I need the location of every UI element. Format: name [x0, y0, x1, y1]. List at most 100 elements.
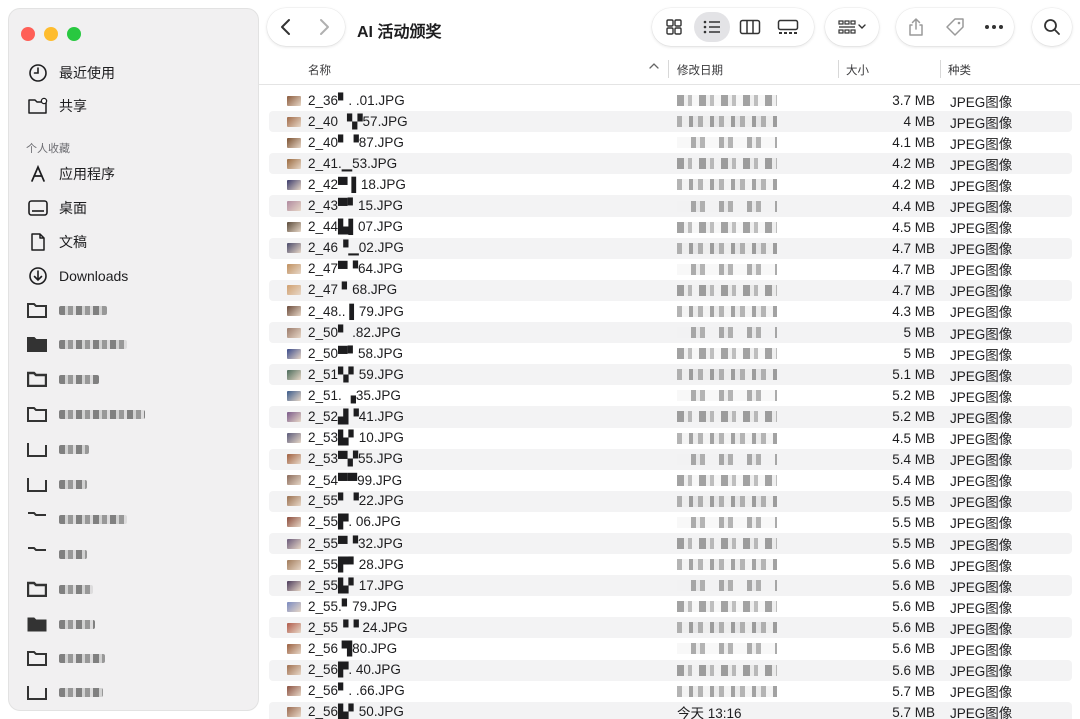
file-row[interactable]: 2_55▀▝32.JPG 5.5 MB JPEG图像 [269, 532, 1072, 555]
file-row[interactable]: 2_53▙▘10.JPG 4.5 MB JPEG图像 [269, 428, 1072, 449]
file-row[interactable]: 2_54▀▀99.JPG 5.4 MB JPEG图像 [269, 470, 1072, 491]
redacted-label [59, 409, 145, 419]
sidebar-item-label: 文稿 [59, 234, 87, 250]
file-row[interactable]: 2_55▛▘28.JPG 5.6 MB JPEG图像 [269, 554, 1072, 575]
file-row[interactable]: 2_56▙▘50.JPG 今天 13:16 5.7 MB JPEG图像 [269, 701, 1072, 719]
column-divider[interactable] [668, 60, 669, 78]
zoom-window-button[interactable] [67, 27, 81, 41]
back-button[interactable] [267, 8, 305, 46]
file-kind: JPEG图像 [950, 221, 1013, 237]
sidebar-item-label: 最近使用 [59, 65, 115, 81]
file-row[interactable]: 2_55.▘79.JPG 5.6 MB JPEG图像 [269, 596, 1072, 617]
sidebar-item-redacted[interactable] [27, 681, 103, 703]
file-kind: JPEG图像 [950, 136, 1013, 152]
file-kind: JPEG图像 [950, 453, 1013, 469]
redacted-date [677, 200, 777, 212]
file-row[interactable]: 2_52▟▝41.JPG 5.2 MB JPEG图像 [269, 406, 1072, 428]
file-row[interactable]: 2_44▙▌07.JPG 4.5 MB JPEG图像 [269, 217, 1072, 238]
file-row[interactable]: 2_42▀ ▌18.JPG 4.2 MB JPEG图像 [269, 174, 1072, 195]
file-kind: JPEG图像 [950, 600, 1013, 616]
redacted-date [677, 411, 777, 423]
gallery-view-button[interactable] [770, 12, 806, 42]
navigation-group [267, 8, 345, 46]
sidebar-item-redacted[interactable] [27, 299, 107, 321]
file-row[interactable]: 2_55▙▘17.JPG 5.6 MB JPEG图像 [269, 575, 1072, 597]
file-kind: JPEG图像 [950, 410, 1013, 426]
column-header-name[interactable]: 名称 [308, 62, 331, 78]
list-view-button[interactable] [694, 12, 730, 42]
file-row[interactable]: 2_47 ▘68.JPG 4.7 MB JPEG图像 [269, 279, 1072, 301]
sidebar-item-shared[interactable]: 共享 [27, 93, 87, 119]
column-header-kind[interactable]: 种类 [948, 62, 971, 78]
file-row[interactable]: 2_43▀▘15.JPG 4.4 MB JPEG图像 [269, 195, 1072, 217]
sidebar-item-redacted[interactable] [27, 613, 95, 635]
redacted-date [677, 242, 777, 254]
file-row[interactable]: 2_51▚▘59.JPG 5.1 MB JPEG图像 [269, 364, 1072, 386]
search-button[interactable] [1032, 8, 1072, 46]
redacted-date [677, 369, 777, 381]
sidebar-item-redacted[interactable] [27, 508, 127, 530]
file-row[interactable]: 2_56 ▜80.JPG 5.6 MB JPEG图像 [269, 638, 1072, 659]
redacted-label [59, 339, 127, 349]
file-row[interactable]: 2_50▘ .82.JPG 5 MB JPEG图像 [269, 322, 1072, 344]
file-name: 2_55▙▘17.JPG [308, 577, 404, 593]
sidebar-item-redacted[interactable] [27, 543, 87, 565]
file-name: 2_46▝▁02.JPG [308, 240, 404, 256]
file-name: 2_51▚▘59.JPG [308, 366, 404, 382]
ellipsis-icon [985, 25, 1004, 29]
icon-view-button[interactable] [656, 12, 692, 42]
file-row[interactable]: 2_51. ▗35.JPG 5.2 MB JPEG图像 [269, 385, 1072, 406]
column-header-size[interactable]: 大小 [846, 62, 869, 78]
close-window-button[interactable] [21, 27, 35, 41]
group-by-button[interactable] [825, 8, 879, 46]
sidebar-item-redacted[interactable] [27, 647, 105, 669]
share-icon [908, 18, 923, 36]
sidebar-item-redacted[interactable] [27, 438, 89, 460]
file-row[interactable]: 2_47▀▝64.JPG 4.7 MB JPEG图像 [269, 259, 1072, 280]
column-view-button[interactable] [732, 12, 768, 42]
file-row[interactable]: 2_55▝▝ 24.JPG 5.6 MB JPEG图像 [269, 617, 1072, 639]
sidebar-item-applications[interactable]: 应用程序 [27, 161, 115, 187]
file-kind: JPEG图像 [950, 347, 1013, 363]
file-row[interactable]: 2_55▘▝22.JPG 5.5 MB JPEG图像 [269, 490, 1072, 512]
file-name: 2_56▙▘50.JPG [308, 704, 404, 719]
window-controls [21, 27, 81, 41]
file-row[interactable]: 2_40▘▝87.JPG 4.1 MB JPEG图像 [269, 132, 1072, 153]
file-size: 5.6 MB [892, 557, 935, 573]
redacted-label [59, 479, 87, 489]
file-row[interactable]: 2_53▀▞55.JPG 5.4 MB JPEG图像 [269, 448, 1072, 470]
sidebar-item-recents[interactable]: 最近使用 [27, 60, 115, 86]
redacted-label [59, 653, 105, 663]
column-divider[interactable] [940, 60, 941, 78]
file-row[interactable]: 2_46▝▁02.JPG 4.7 MB JPEG图像 [269, 237, 1072, 259]
more-button[interactable] [976, 12, 1012, 42]
redacted-label [59, 374, 99, 384]
file-name: 2_51. ▗35.JPG [308, 387, 401, 403]
file-row[interactable]: 2_56▛. 40.JPG 5.6 MB JPEG图像 [269, 659, 1072, 681]
chevron-right-icon [320, 19, 329, 35]
tag-button[interactable] [937, 12, 973, 42]
sidebar-item-documents[interactable]: 文稿 [27, 229, 87, 255]
column-header-date[interactable]: 修改日期 [677, 62, 723, 78]
minimize-window-button[interactable] [44, 27, 58, 41]
file-row[interactable]: 2_41.▁53.JPG 4.2 MB JPEG图像 [269, 153, 1072, 175]
file-row[interactable]: 2_55▛. 06.JPG 5.5 MB JPEG图像 [269, 512, 1072, 533]
sidebar-item-redacted[interactable] [26, 368, 99, 390]
file-kind: JPEG图像 [950, 706, 1013, 719]
file-row[interactable]: 2_50▀▘58.JPG 5 MB JPEG图像 [269, 343, 1072, 364]
sidebar-item-redacted[interactable] [26, 578, 93, 600]
file-row[interactable]: 2_40 ▝▞57.JPG 4 MB JPEG图像 [269, 111, 1072, 133]
file-row[interactable]: 2_36▘. .01.JPG 3.7 MB JPEG图像 [269, 90, 1072, 111]
sidebar-item-redacted[interactable] [27, 333, 127, 355]
column-divider[interactable] [838, 60, 839, 78]
file-row[interactable]: 2_48.. ▌79.JPG 4.3 MB JPEG图像 [269, 301, 1072, 322]
gallery-icon [777, 19, 799, 34]
sidebar-item-label: 共享 [59, 98, 87, 114]
sidebar-item-downloads[interactable]: Downloads [27, 263, 128, 289]
share-button[interactable] [898, 12, 934, 42]
sidebar-item-redacted[interactable] [27, 473, 87, 495]
sidebar-item-redacted[interactable] [27, 403, 145, 425]
sidebar-item-desktop[interactable]: 桌面 [27, 195, 87, 221]
forward-button[interactable] [305, 8, 343, 46]
file-row[interactable]: 2_56▘. .66.JPG 5.7 MB JPEG图像 [269, 681, 1072, 702]
